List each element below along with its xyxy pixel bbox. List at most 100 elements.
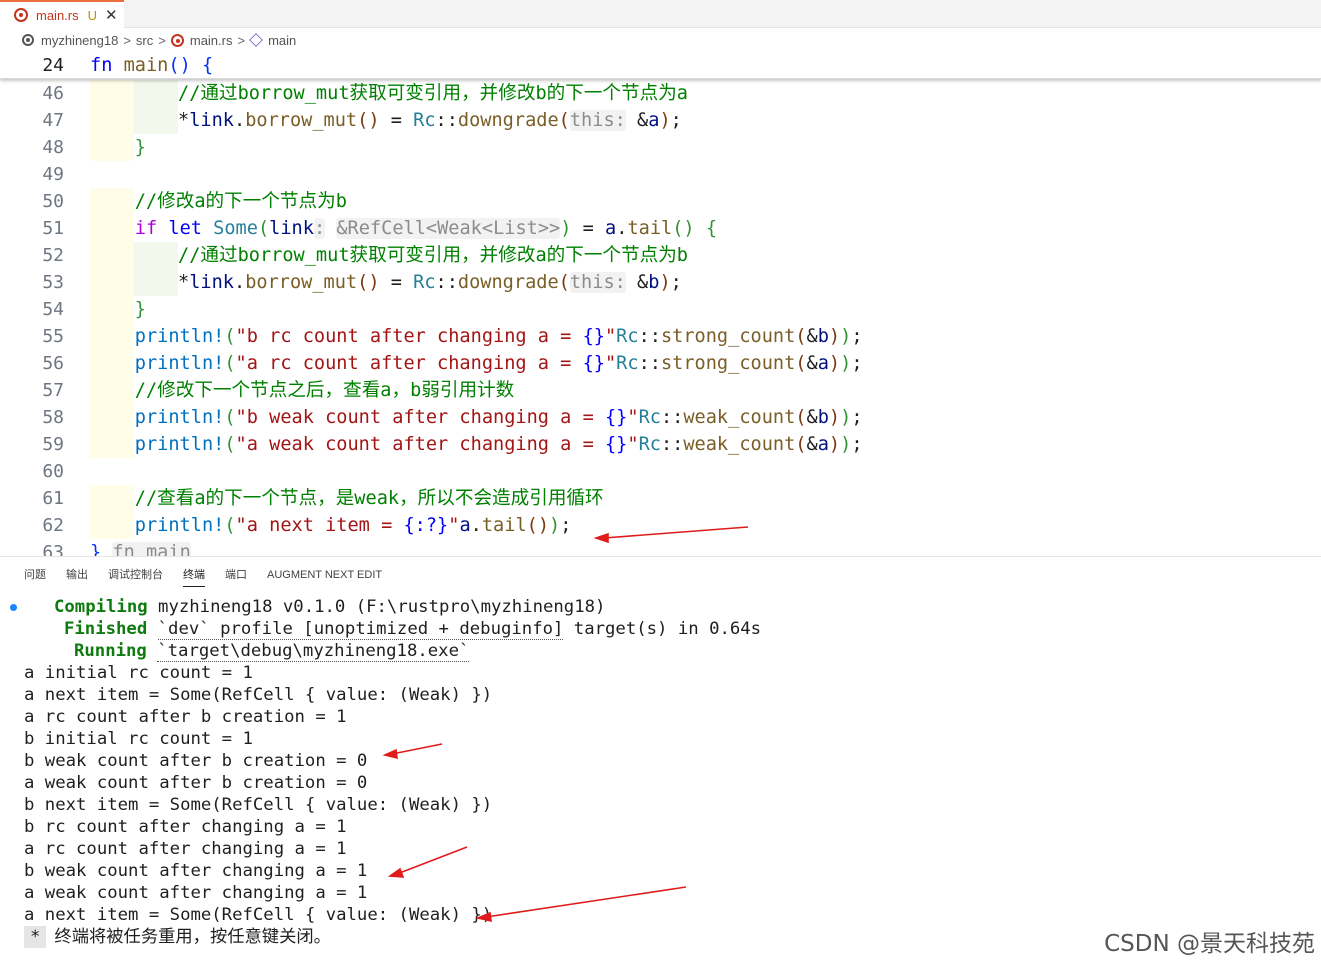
tab-augment-next-edit[interactable]: AUGMENT NEXT EDIT: [267, 557, 382, 593]
editor-tab-bar: main.rs U ✕: [0, 0, 1321, 28]
code-token: ): [840, 407, 852, 428]
breadcrumb-symbol[interactable]: main: [268, 33, 296, 48]
code-line[interactable]: 51 if let Some(link: &RefCell<Weak<List>…: [0, 215, 1321, 242]
terminal-output-line: a next item = Some(RefCell { value: (Wea…: [24, 685, 493, 705]
code-line[interactable]: 47 *link.borrow_mut() = Rc::downgrade(thi…: [0, 107, 1321, 134]
code-token: let: [168, 218, 202, 239]
code-line[interactable]: 57 //修改下一个节点之后，查看a，b弱引用计数: [0, 377, 1321, 404]
line-number: 58: [42, 407, 64, 428]
code-token: ): [828, 407, 841, 428]
code-token: (: [795, 407, 807, 428]
code-line[interactable]: 60: [0, 458, 1321, 485]
code-line[interactable]: 54 }: [0, 296, 1321, 323]
line-number: 62: [42, 515, 64, 536]
code-token: ": [627, 407, 639, 428]
code-token: tail: [481, 515, 527, 536]
code-token: a: [648, 110, 660, 131]
code-line[interactable]: 48 }: [0, 134, 1321, 161]
code-line[interactable]: 61 //查看a的下一个节点，是weak，所以不会造成引用循环: [0, 485, 1321, 512]
tab-ports[interactable]: 端口: [225, 557, 247, 593]
terminal-line: Running `target\debug\myzhineng18.exe`: [74, 640, 470, 662]
code-token: println!: [134, 434, 225, 455]
terminal-output-line: a rc count after b creation = 1: [24, 707, 347, 727]
indent-guide: [134, 269, 178, 296]
code-token: Rc: [638, 407, 661, 428]
code-text: }: [90, 296, 146, 323]
chevron-right-icon: >: [123, 32, 131, 48]
code-token: (: [224, 326, 236, 347]
code-token: link: [189, 110, 234, 131]
code-text: }: [90, 134, 146, 161]
code-token: (: [558, 110, 570, 131]
code-token: ): [659, 272, 671, 293]
code-token: {}: [582, 353, 605, 374]
code-line[interactable]: 46 //通过borrow_mut获取可变引用，并修改b的下一个节点为a: [0, 80, 1321, 107]
panel-tab-bar: 问题 输出 调试控制台 终端 端口 AUGMENT NEXT EDIT: [0, 557, 1321, 593]
tab-terminal[interactable]: 终端: [183, 557, 205, 593]
code-token: ;: [851, 353, 863, 374]
code-line[interactable]: 56 println!("a rc count after changing a…: [0, 350, 1321, 377]
code-text: *link.borrow_mut() = Rc::downgrade(this:…: [178, 269, 682, 296]
code-line[interactable]: 63} fn main: [0, 539, 1321, 556]
code-line[interactable]: 62 println!("a next item = {:?}"a.tail()…: [0, 512, 1321, 539]
status-dot-icon: [10, 604, 17, 611]
code-token: =: [379, 110, 414, 131]
code-token: a: [459, 515, 471, 536]
code-token: ;: [851, 326, 863, 347]
breadcrumb-file[interactable]: main.rs: [190, 33, 233, 48]
line-number: 60: [42, 461, 64, 482]
code-token: "a next item =: [235, 515, 404, 536]
code-token: }: [134, 299, 146, 320]
code-text: //修改下一个节点之后，查看a，b弱引用计数: [90, 377, 514, 404]
code-token: ): [828, 434, 841, 455]
breadcrumb-project[interactable]: myzhineng18: [41, 33, 118, 48]
code-token: ): [840, 353, 852, 374]
code-line[interactable]: 52 //通过borrow_mut获取可变引用，并修改a的下一个节点为b: [0, 242, 1321, 269]
code-line[interactable]: 59 println!("a weak count after changing…: [0, 431, 1321, 458]
sticky-scroll-header[interactable]: 24 fn main() {: [0, 52, 1321, 79]
line-number: 54: [42, 299, 64, 320]
code-token: borrow_mut: [245, 110, 358, 131]
terminal-prompt: * 终端将被任务重用，按任意键关闭。: [24, 926, 331, 948]
code-text: println!("a rc count after changing a = …: [90, 350, 863, 377]
code-token: (: [257, 218, 270, 239]
tab-main-rs[interactable]: main.rs U ✕: [0, 0, 124, 28]
running-label: Running: [74, 641, 147, 661]
code-token: ::: [435, 110, 458, 131]
code-token: a: [817, 353, 829, 374]
compiling-label: Compiling: [54, 597, 148, 617]
tab-problems[interactable]: 问题: [24, 557, 46, 593]
code-token: &: [806, 326, 818, 347]
close-icon[interactable]: ✕: [105, 8, 118, 23]
code-line[interactable]: 55 println!("b rc count after changing a…: [0, 323, 1321, 350]
code-token: ": [627, 434, 639, 455]
breadcrumb-folder[interactable]: src: [136, 33, 153, 48]
code-token: println!: [134, 353, 225, 374]
code-token: ::: [435, 272, 458, 293]
indent-guide: [134, 107, 178, 134]
tab-debug-console[interactable]: 调试控制台: [108, 557, 163, 593]
terminal[interactable]: Compiling myzhineng18 v0.1.0 (F:\rustpro…: [0, 593, 1321, 966]
code-line[interactable]: 49: [0, 161, 1321, 188]
tab-output[interactable]: 输出: [66, 557, 88, 593]
code-line[interactable]: 58 println!("b weak count after changing…: [0, 404, 1321, 431]
code-editor[interactable]: 24 fn main() { 46//通过borrow_mut获取可变引用，并修…: [0, 52, 1321, 556]
code-token: (: [795, 434, 807, 455]
code-token: this:: [569, 272, 626, 293]
code-token: fn: [90, 55, 113, 76]
terminal-output-line: a rc count after changing a = 1: [24, 839, 347, 859]
code-token: //修改a的下一个节点为b: [134, 191, 347, 212]
code-text: fn main() {: [90, 52, 213, 79]
code-line[interactable]: 53 *link.borrow_mut() = Rc::downgrade(thi…: [0, 269, 1321, 296]
code-line[interactable]: 50 //修改a的下一个节点为b: [0, 188, 1321, 215]
code-token: weak_count: [683, 434, 796, 455]
code-token: (): [357, 272, 380, 293]
code-token: println!: [134, 326, 225, 347]
